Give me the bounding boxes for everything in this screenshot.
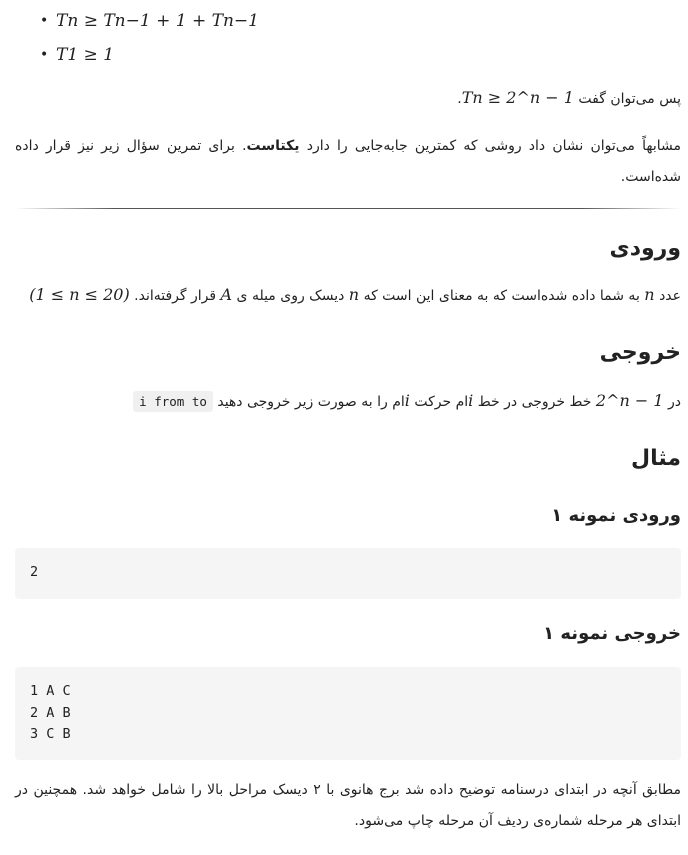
input-var-n: n (644, 285, 655, 304)
output-format-code: i from to (133, 391, 213, 412)
conclusion-line: پس می‌توان گفت Tn ≥ 2^n − 1. (457, 88, 681, 107)
sample-output-block: 1 A C 2 A B 3 C B (15, 667, 681, 760)
section-divider (15, 208, 681, 209)
sample-output-line: 2 A B (30, 704, 71, 721)
output-var-i-2: i (404, 391, 410, 410)
input-text-2: به شما داده شده‌است که به معنای این است … (363, 288, 640, 304)
base-case-item: T1 ≥ 1 (40, 42, 259, 76)
input-description: عدد n به شما داده شده‌است که به معنای ای… (29, 285, 681, 304)
output-text-1: در (668, 394, 681, 410)
input-text-4: قرار گرفته‌اند. (134, 288, 217, 304)
sample-output-heading: خروجی نمونه ۱ (543, 623, 681, 644)
output-text-3: ام حرکت (414, 394, 469, 410)
paragraph-bold-word: یکتاست (246, 138, 300, 154)
output-formula: 2^n − 1 (595, 391, 664, 410)
input-var-a: A (220, 285, 233, 304)
conclusion-text: پس می‌توان گفت (578, 91, 681, 107)
input-heading: ورودی (609, 236, 681, 261)
sample-input-line: 2 (30, 564, 39, 580)
conclusion-formula: Tn ≥ 2^n − 1 (461, 88, 574, 107)
explanation-paragraph: مطابق آنچه در ابتدای درسنامه توضیح داده … (15, 782, 681, 829)
recurrence-list: Tn ≥ Tn−1 + 1 + Tn−1 T1 ≥ 1 (40, 8, 259, 76)
sample-output-line: 1 A C (30, 683, 71, 699)
sample-input-block: 2 (15, 548, 681, 599)
output-description: در 2^n − 1 خط خروجی در خط iام حرکت iام ر… (133, 391, 681, 412)
input-var-n-2: n (348, 285, 360, 304)
paragraph-text-before: مشابهاً می‌توان نشان داد روشی که کمترین … (299, 138, 681, 154)
output-var-i: i (468, 391, 474, 410)
sample-input-heading: ورودی نمونه ۱ (551, 505, 681, 526)
sample-output-line: 3 C B (30, 726, 71, 742)
uniqueness-paragraph: مشابهاً می‌توان نشان داد روشی که کمترین … (15, 131, 681, 193)
output-heading: خروجی (599, 340, 681, 365)
example-heading: مثال (631, 446, 681, 471)
input-text-1: عدد (659, 288, 681, 304)
output-text-2: خط خروجی در خط (477, 394, 592, 410)
input-text-3: دیسک روی میله ی (236, 288, 345, 304)
recurrence-item: Tn ≥ Tn−1 + 1 + Tn−1 (40, 8, 259, 42)
input-constraint: (1 ≤ n ≤ 20) (29, 285, 130, 304)
output-text-4: ام را به صورت زیر خروجی دهید (217, 394, 405, 410)
page: Tn ≥ Tn−1 + 1 + Tn−1 T1 ≥ 1 پس می‌توان گ… (0, 0, 688, 855)
